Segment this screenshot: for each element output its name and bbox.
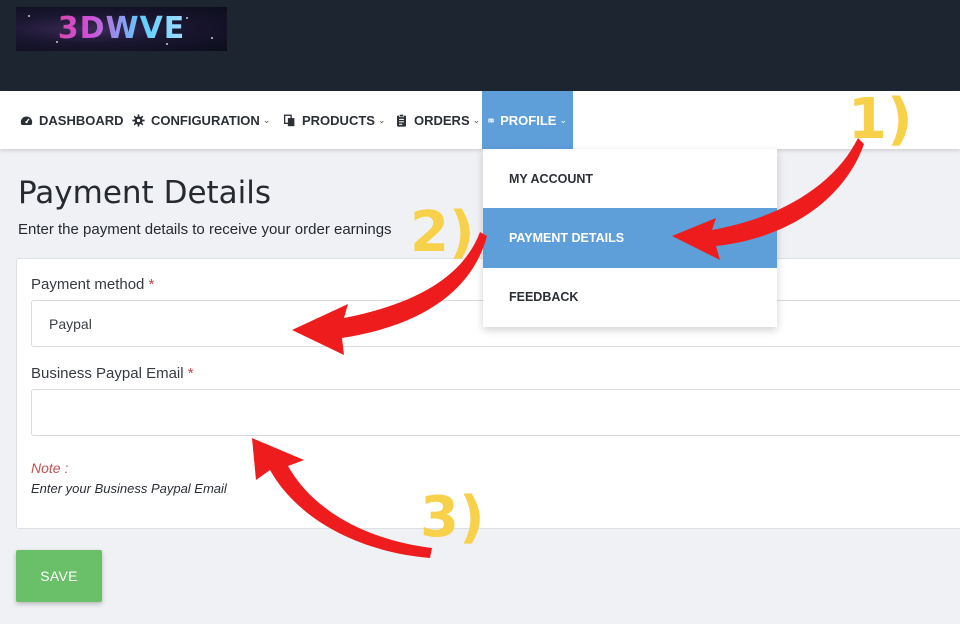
- nav-dashboard[interactable]: DASHBOARD: [20, 91, 124, 149]
- clipboard-icon: [397, 113, 406, 127]
- chevron-down-icon: ⌄: [262, 114, 271, 125]
- nav-products-label: PRODUCTS: [302, 112, 375, 128]
- nav-orders-label: ORDERS: [414, 112, 470, 128]
- main-navbar: DASHBOARD CONFIGURATION ⌄ PRODUCTS ⌄ ORD…: [0, 91, 960, 149]
- note-title: Note :: [31, 460, 69, 476]
- chevron-down-icon: ⌄: [559, 114, 567, 125]
- copy-icon: [283, 114, 295, 126]
- nav-profile[interactable]: PROFILE ⌄: [482, 91, 573, 149]
- note-text: Enter your Business Paypal Email: [31, 481, 227, 496]
- email-label-text: Business Paypal Email: [31, 365, 184, 382]
- page-subtitle: Enter the payment details to receive you…: [18, 221, 392, 238]
- profile-dropdown-menu: MY ACCOUNT PAYMENT DETAILS FEEDBACK: [483, 149, 777, 327]
- id-card-icon: [488, 118, 494, 122]
- nav-products[interactable]: PRODUCTS ⌄: [283, 91, 386, 149]
- save-button[interactable]: SAVE: [16, 550, 102, 602]
- menu-item-feedback[interactable]: FEEDBACK: [483, 267, 777, 327]
- top-header-bar: 3DWVE: [0, 0, 960, 91]
- nav-configuration-label: CONFIGURATION: [151, 112, 260, 128]
- chevron-down-icon: ⌄: [472, 114, 481, 125]
- speedometer-icon: [20, 115, 33, 125]
- brand-logo[interactable]: 3DWVE: [16, 7, 227, 51]
- chevron-down-icon: ⌄: [377, 114, 386, 125]
- payment-method-label: Payment method *: [31, 276, 154, 293]
- payment-method-label-text: Payment method: [31, 276, 145, 293]
- step-3-label: 3): [420, 485, 485, 550]
- required-marker: *: [148, 276, 155, 293]
- menu-item-payment-details[interactable]: PAYMENT DETAILS: [483, 208, 777, 268]
- page-title: Payment Details: [18, 175, 272, 211]
- payment-method-value: Paypal: [49, 315, 92, 332]
- nav-orders[interactable]: ORDERS ⌄: [395, 91, 480, 149]
- brand-logo-text: 3DWVE: [16, 11, 227, 46]
- gear-icon: [132, 113, 145, 127]
- nav-dashboard-label: DASHBOARD: [39, 112, 124, 128]
- step-1-label: 1): [848, 87, 913, 152]
- email-label: Business Paypal Email *: [31, 365, 194, 382]
- required-marker: *: [187, 365, 194, 382]
- business-paypal-email-input[interactable]: [31, 389, 960, 436]
- nav-profile-label: PROFILE: [500, 112, 557, 128]
- nav-configuration[interactable]: CONFIGURATION ⌄: [132, 91, 270, 149]
- menu-item-my-account[interactable]: MY ACCOUNT: [483, 149, 777, 209]
- step-2-label: 2): [410, 200, 475, 265]
